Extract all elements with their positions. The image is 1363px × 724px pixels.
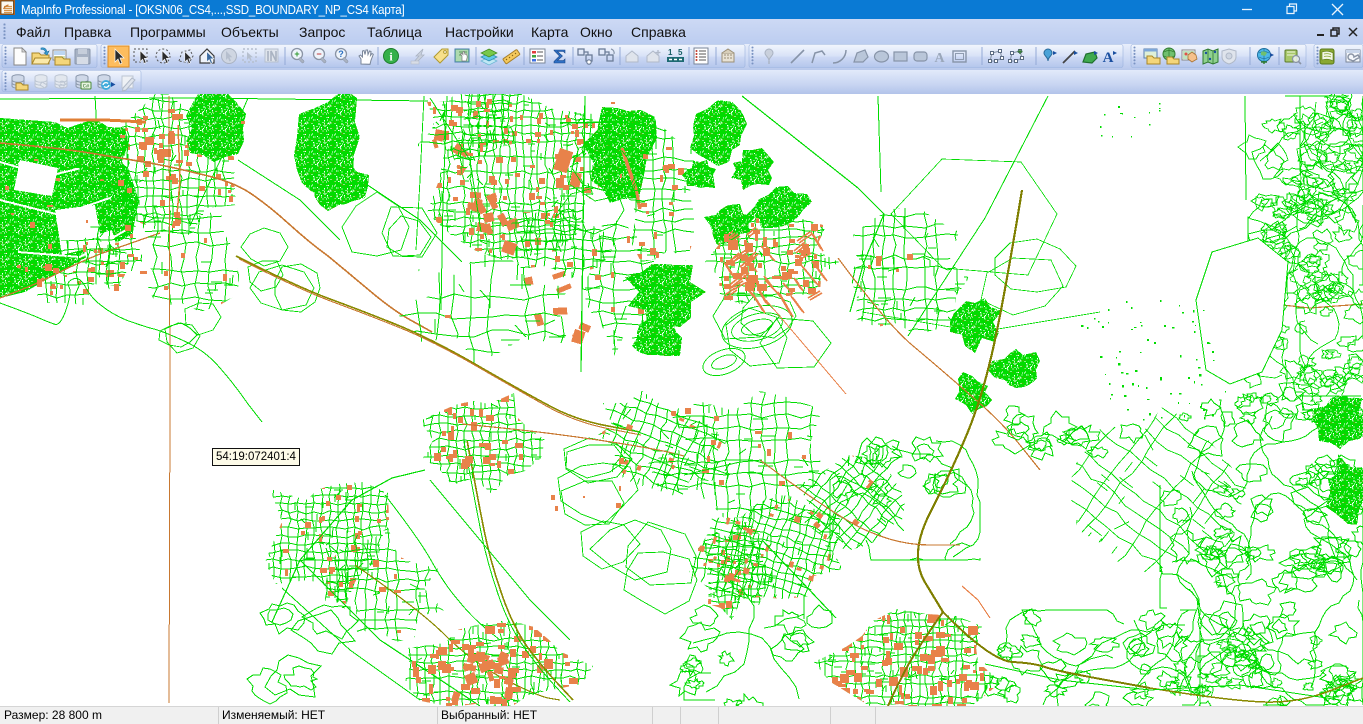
svg-text:+: + [294,49,299,59]
svg-text:5: 5 [678,48,683,57]
svg-text:1: 1 [668,48,673,57]
svg-text:A: A [934,51,945,66]
svg-text:?: ? [338,49,344,59]
svg-text:A: A [1103,50,1114,66]
svg-text:C#: C# [83,83,90,90]
svg-text:−: − [316,49,321,59]
